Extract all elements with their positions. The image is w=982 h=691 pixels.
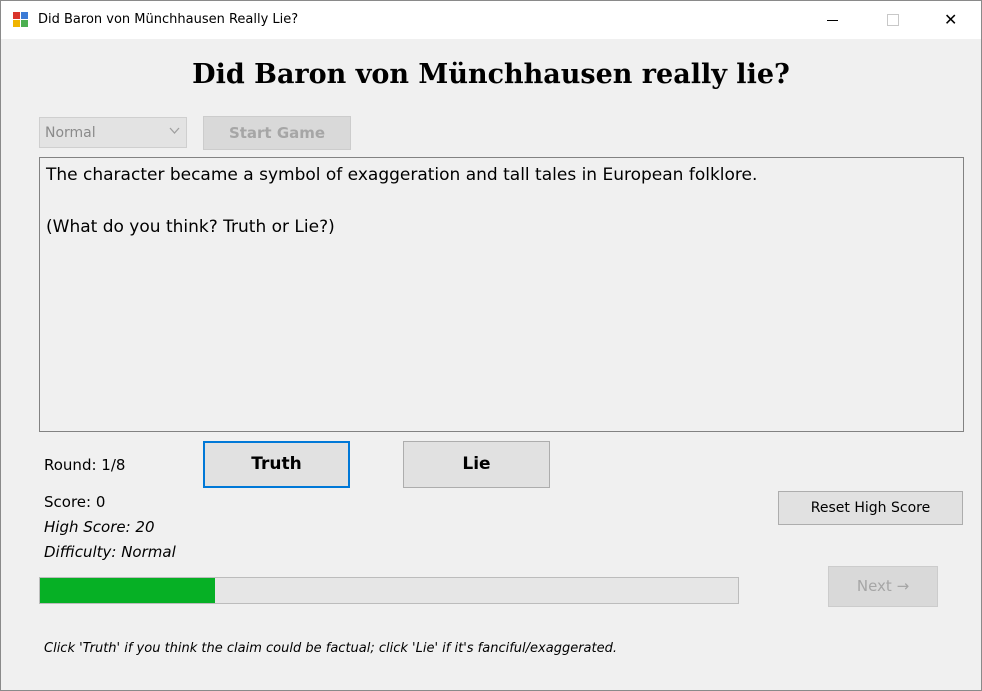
lie-button[interactable]: Lie xyxy=(403,441,550,488)
difficulty-select-value: Normal xyxy=(45,125,96,141)
app-icon xyxy=(13,12,29,28)
score-label: Score: 0 xyxy=(44,493,106,511)
difficulty-select[interactable]: Normal xyxy=(39,117,187,148)
high-score-label: High Score: 20 xyxy=(44,518,155,536)
truth-button[interactable]: Truth xyxy=(203,441,350,488)
maximize-icon xyxy=(887,14,899,26)
app-window: Did Baron von Münchhausen Really Lie? ✕ … xyxy=(0,0,982,691)
minimize-button[interactable] xyxy=(809,1,855,39)
difficulty-label: Difficulty: Normal xyxy=(44,543,176,561)
close-icon: ✕ xyxy=(944,10,958,29)
chevron-down-icon xyxy=(169,125,180,138)
claim-textbox[interactable]: The character became a symbol of exagger… xyxy=(39,157,964,432)
close-button[interactable]: ✕ xyxy=(929,1,975,39)
title-bar[interactable]: Did Baron von Münchhausen Really Lie? ✕ xyxy=(1,1,981,39)
page-title: Did Baron von Münchhausen really lie? xyxy=(192,59,790,90)
reset-high-score-button[interactable]: Reset High Score xyxy=(778,491,963,525)
maximize-button[interactable] xyxy=(869,1,915,39)
window-title: Did Baron von Münchhausen Really Lie? xyxy=(38,12,299,27)
progress-fill xyxy=(40,578,215,603)
minimize-icon xyxy=(827,20,838,21)
start-game-button[interactable]: Start Game xyxy=(203,116,351,150)
client-area: Did Baron von Münchhausen really lie? No… xyxy=(1,39,981,690)
next-button[interactable]: Next → xyxy=(828,566,938,607)
round-progress-bar xyxy=(39,577,739,604)
round-label: Round: 1/8 xyxy=(44,456,126,474)
hint-text: Click 'Truth' if you think the claim cou… xyxy=(44,641,617,656)
